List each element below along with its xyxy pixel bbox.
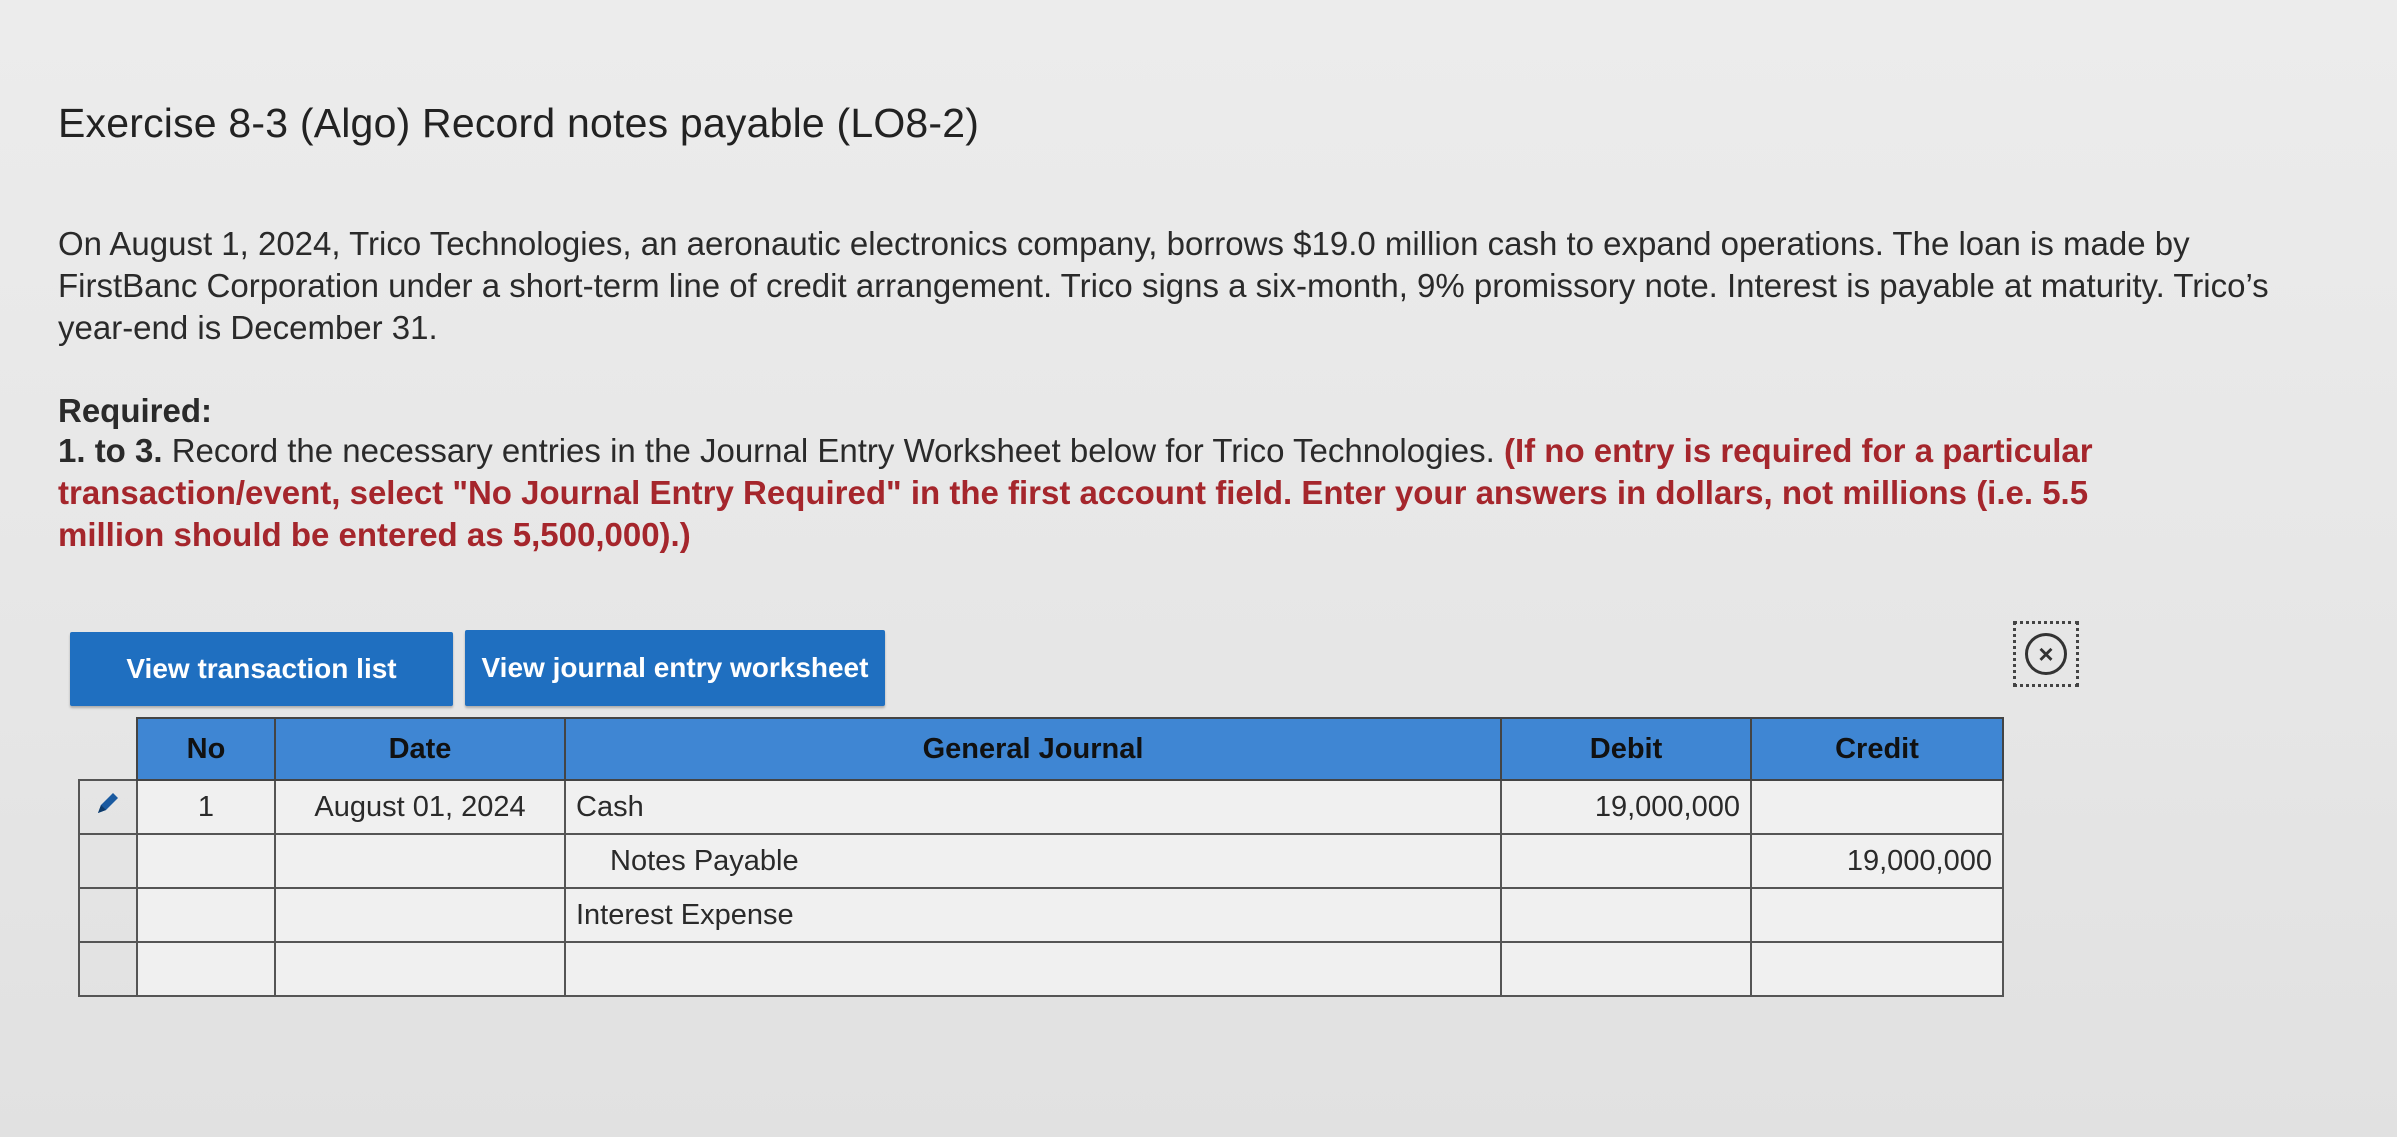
header-credit: Credit <box>1750 717 2004 781</box>
problem-description: On August 1, 2024, Trico Technologies, a… <box>58 225 2269 346</box>
row-debit[interactable] <box>1500 941 1752 997</box>
row-date <box>274 887 566 943</box>
edit-cell-empty <box>78 941 138 997</box>
instruction-text: Record the necessary entries in the Jour… <box>162 432 1504 469</box>
journal-header-row: No Date General Journal Debit Credit <box>79 717 2004 781</box>
row-account[interactable]: Interest Expense <box>564 887 1502 943</box>
exercise-page: Exercise 8-3 (Algo) Record notes payable… <box>0 0 2397 1137</box>
row-credit[interactable] <box>1750 779 2004 835</box>
row-debit[interactable]: 19,000,000 <box>1500 779 1752 835</box>
pencil-icon <box>98 793 118 813</box>
header-general-journal: General Journal <box>564 717 1502 781</box>
row-no <box>136 941 276 997</box>
table-row: Notes Payable 19,000,000 <box>78 833 2004 889</box>
required-instructions: 1. to 3. Record the necessary entries in… <box>58 430 2158 556</box>
row-credit[interactable] <box>1750 941 2004 997</box>
table-row: 1 August 01, 2024 Cash 19,000,000 <box>78 779 2004 835</box>
row-account[interactable] <box>564 941 1502 997</box>
header-no: No <box>136 717 276 781</box>
row-credit[interactable] <box>1750 887 2004 943</box>
edit-cell-empty <box>78 833 138 889</box>
row-date <box>274 941 566 997</box>
table-row <box>78 941 2004 997</box>
row-account[interactable]: Notes Payable <box>564 833 1502 889</box>
view-journal-entry-worksheet-button[interactable]: View journal entry worksheet <box>465 630 885 706</box>
row-credit[interactable]: 19,000,000 <box>1750 833 2004 889</box>
row-no <box>136 887 276 943</box>
header-date: Date <box>274 717 566 781</box>
row-debit[interactable] <box>1500 833 1752 889</box>
row-account[interactable]: Cash <box>564 779 1502 835</box>
close-circle-icon: × <box>2025 633 2067 675</box>
row-debit[interactable] <box>1500 887 1752 943</box>
required-heading: Required: <box>58 392 213 429</box>
view-transaction-list-button[interactable]: View transaction list <box>70 632 453 706</box>
close-button[interactable]: × <box>2013 621 2079 687</box>
step-label: 1. to 3. <box>58 432 163 469</box>
row-date: August 01, 2024 <box>274 779 566 835</box>
row-no: 1 <box>136 779 276 835</box>
header-debit: Debit <box>1500 717 1752 781</box>
edit-entry-button[interactable] <box>78 779 138 835</box>
row-no <box>136 833 276 889</box>
edit-cell-empty <box>78 887 138 943</box>
exercise-title: Exercise 8-3 (Algo) Record notes payable… <box>58 100 980 146</box>
table-row: Interest Expense <box>78 887 2004 943</box>
journal-table: No Date General Journal Debit Credit 1 A… <box>78 717 2004 997</box>
row-date <box>274 833 566 889</box>
edit-column-header <box>79 718 137 780</box>
